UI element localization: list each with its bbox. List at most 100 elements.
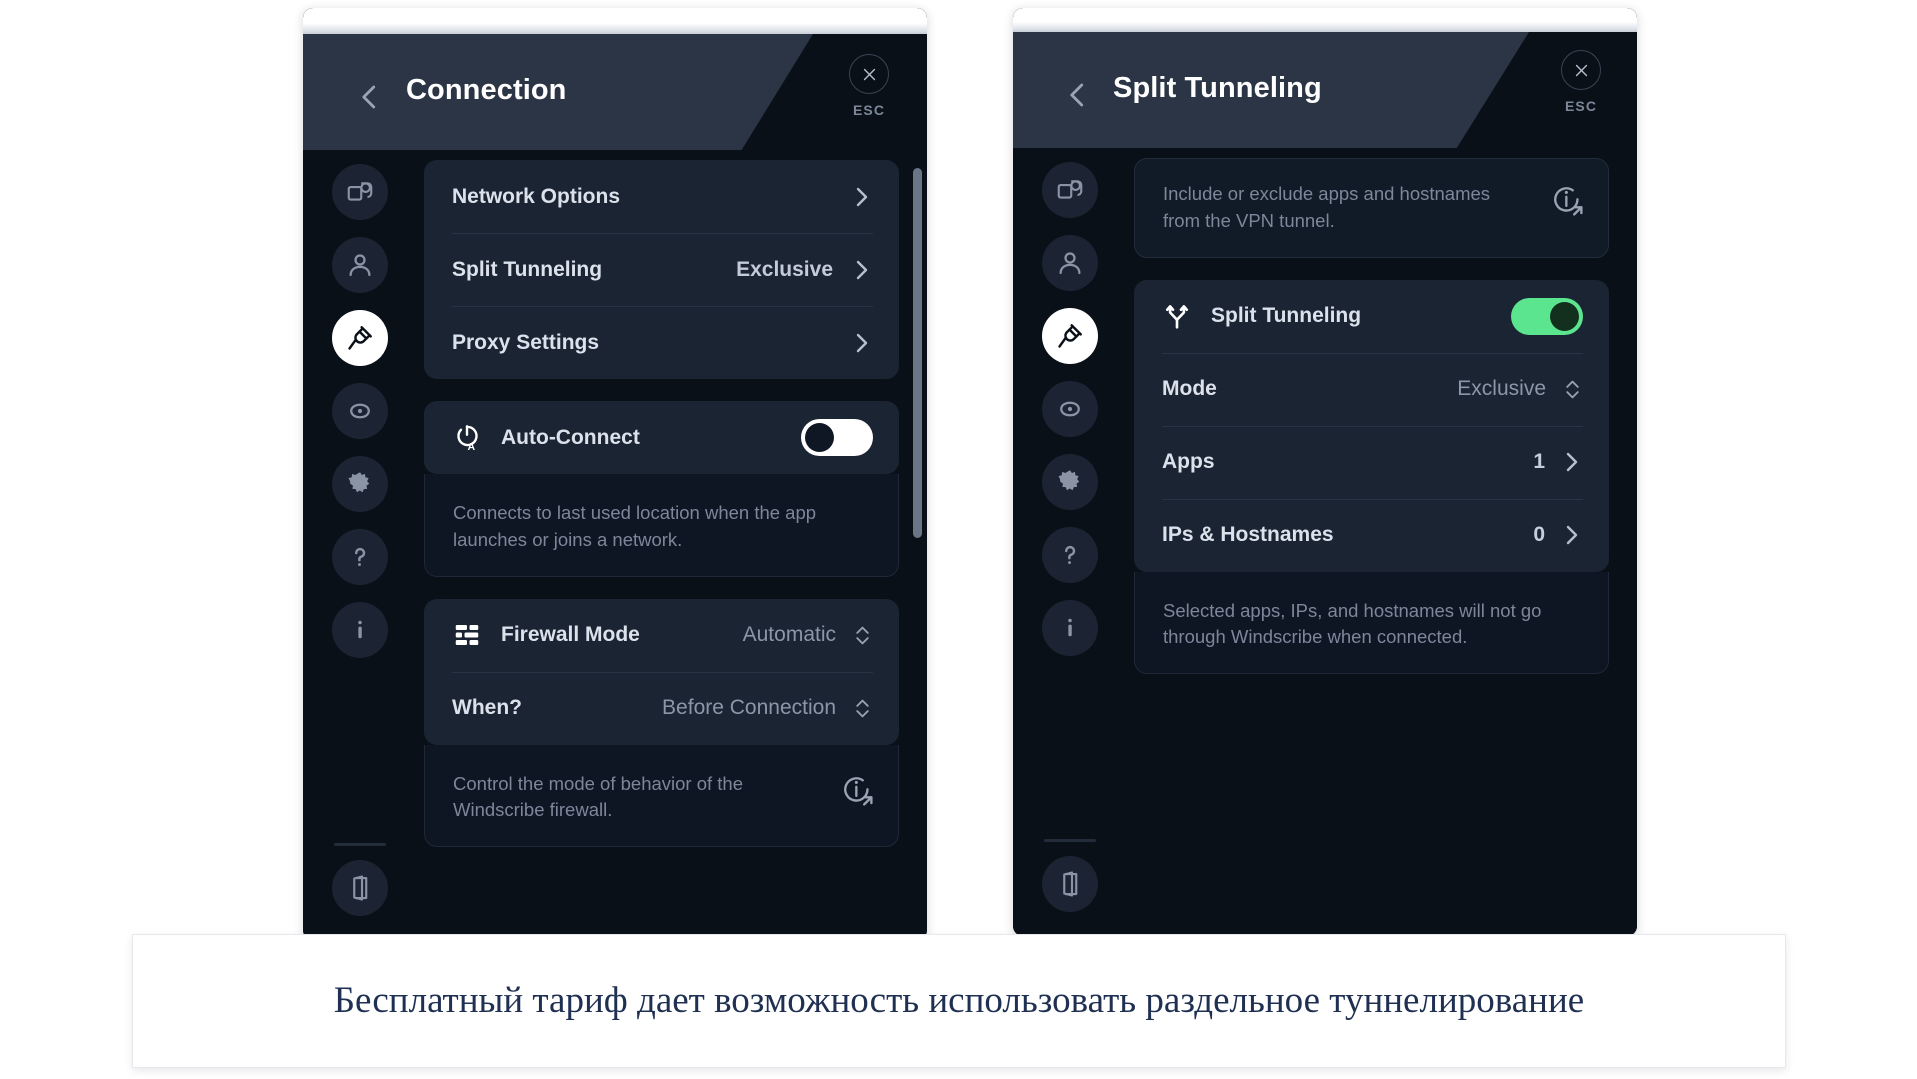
left-panel-body: Network Options Split Tunneling Exclusiv… <box>303 150 927 940</box>
vertical-scrollbar[interactable] <box>913 168 922 538</box>
esc-label: ESC <box>1564 98 1598 114</box>
close-icon[interactable] <box>1561 50 1601 90</box>
row-label: Network Options <box>452 184 621 208</box>
chevron-right-icon <box>849 331 873 355</box>
mode-label: Mode <box>1162 377 1217 401</box>
esc-close-button[interactable]: ESC <box>1561 50 1601 114</box>
auto-connect-toggle[interactable] <box>801 419 873 456</box>
power-auto-icon: A <box>452 423 482 453</box>
sidebar-item-account[interactable] <box>331 237 388 293</box>
firewall-when-label: When? <box>452 696 522 720</box>
window-top-sheet <box>1013 8 1637 32</box>
firewall-when-row[interactable]: When? Before Connection <box>424 671 899 745</box>
sidebar-item-preferences[interactable] <box>1041 454 1098 510</box>
connection-menu-card: Network Options Split Tunneling Exclusiv… <box>424 160 899 379</box>
auto-connect-description: Connects to last used location when the … <box>453 502 817 550</box>
right-sidebar-rail <box>1013 148 1126 936</box>
firewall-description: Control the mode of behavior of the Wind… <box>453 772 744 821</box>
right-panel-body: Include or exclude apps and hostnames fr… <box>1013 148 1637 936</box>
close-icon[interactable] <box>849 54 889 94</box>
auto-connect-row[interactable]: A Auto-Connect <box>424 401 899 474</box>
sidebar-item-robert[interactable] <box>331 383 388 439</box>
left-panel-content: Network Options Split Tunneling Exclusiv… <box>416 150 927 940</box>
sidebar-item-logout[interactable] <box>331 860 388 916</box>
esc-close-button[interactable]: ESC <box>849 54 889 118</box>
toggle-knob <box>805 423 834 452</box>
firewall-mode-row[interactable]: Firewall Mode Automatic <box>424 599 899 672</box>
chevron-right-icon <box>849 185 873 209</box>
left-panel-header: Connection ESC <box>303 34 927 150</box>
stepper-icon[interactable] <box>852 697 873 720</box>
intro-note-inner: Include or exclude apps and hostnames fr… <box>1135 159 1608 257</box>
apps-label: Apps <box>1162 450 1215 474</box>
caption-bar: Бесплатный тариф дает возможность исполь… <box>132 934 1786 1068</box>
sidebar-item-robert[interactable] <box>1041 381 1098 437</box>
apps-count: 1 <box>1533 450 1545 474</box>
menu-row-proxy-settings[interactable]: Proxy Settings <box>424 306 899 379</box>
sidebar-item-help[interactable] <box>331 529 388 585</box>
split-tunneling-toggle-row[interactable]: Split Tunneling <box>1134 280 1609 353</box>
firewall-bars-icon <box>452 620 482 650</box>
stepper-icon[interactable] <box>1562 378 1583 401</box>
split-tunneling-card: Split Tunneling Mode Exclusive Apps 1 IP… <box>1134 279 1609 572</box>
stepper-icon[interactable] <box>852 624 873 647</box>
auto-connect-card: A Auto-Connect <box>424 401 899 474</box>
connection-settings-window: Connection ESC Network Options Split Tun… <box>303 8 927 940</box>
page-title: Connection <box>406 74 567 106</box>
chevron-right-icon <box>849 258 873 282</box>
sidebar-item-general[interactable] <box>331 164 388 220</box>
mode-row[interactable]: Mode Exclusive <box>1134 352 1609 426</box>
menu-row-split-tunneling[interactable]: Split Tunneling Exclusive <box>424 233 899 306</box>
intro-note-text: Include or exclude apps and hostnames fr… <box>1163 183 1491 231</box>
chevron-right-icon <box>1559 450 1583 474</box>
split-tunneling-label: Split Tunneling <box>1211 304 1362 328</box>
sidebar-item-preferences[interactable] <box>331 456 388 512</box>
sidebar-item-connection[interactable] <box>1041 308 1098 364</box>
split-tunneling-toggle[interactable] <box>1511 297 1583 335</box>
auto-connect-description-card: Connects to last used location when the … <box>424 474 899 577</box>
rail-divider <box>333 843 386 846</box>
row-value: Exclusive <box>736 257 833 281</box>
row-label: Split Tunneling <box>452 257 603 281</box>
sidebar-item-connection[interactable] <box>331 310 388 366</box>
page-title: Split Tunneling <box>1113 72 1322 104</box>
back-button[interactable] <box>355 82 385 112</box>
sidebar-item-help[interactable] <box>1041 527 1098 583</box>
window-top-sheet <box>303 8 927 34</box>
firewall-mode-value: Automatic <box>742 623 836 647</box>
svg-text:A: A <box>468 440 476 452</box>
page-background: Connection ESC Network Options Split Tun… <box>0 0 1917 1079</box>
footer-note-text: Selected apps, IPs, and hostnames will n… <box>1163 599 1542 648</box>
sidebar-item-logout[interactable] <box>1041 856 1098 912</box>
intro-note-card: Include or exclude apps and hostnames fr… <box>1134 158 1609 258</box>
apps-row[interactable]: Apps 1 <box>1134 425 1609 499</box>
toggle-knob <box>1550 301 1579 331</box>
ips-hostnames-row[interactable]: IPs & Hostnames 0 <box>1134 498 1609 572</box>
info-external-icon[interactable] <box>840 773 874 807</box>
split-fork-icon <box>1162 301 1192 331</box>
rail-divider <box>1043 839 1096 842</box>
chevron-right-icon <box>1559 523 1583 547</box>
firewall-when-value: Before Connection <box>662 696 836 720</box>
esc-label: ESC <box>852 102 886 118</box>
sidebar-item-general[interactable] <box>1041 162 1098 218</box>
row-label: Proxy Settings <box>452 330 600 354</box>
mode-value: Exclusive <box>1457 377 1546 401</box>
back-button[interactable] <box>1063 80 1093 110</box>
caption-text: Бесплатный тариф дает возможность исполь… <box>333 979 1585 1021</box>
firewall-mode-label: Firewall Mode <box>501 623 640 647</box>
sidebar-item-about[interactable] <box>331 602 388 658</box>
split-tunneling-footer-note: Selected apps, IPs, and hostnames will n… <box>1134 571 1609 675</box>
right-panel-content: Include or exclude apps and hostnames fr… <box>1126 148 1637 936</box>
firewall-description-card: Control the mode of behavior of the Wind… <box>424 744 899 848</box>
ips-hostnames-label: IPs & Hostnames <box>1162 523 1334 547</box>
sidebar-item-account[interactable] <box>1041 235 1098 291</box>
sidebar-item-about[interactable] <box>1041 600 1098 656</box>
right-panel-header: Split Tunneling ESC <box>1013 32 1637 148</box>
left-sidebar-rail <box>303 150 416 940</box>
menu-row-network-options[interactable]: Network Options <box>424 160 899 233</box>
info-external-icon[interactable] <box>1550 183 1584 217</box>
split-tunneling-window: Split Tunneling ESC Include or exclude a… <box>1013 8 1637 936</box>
auto-connect-label: Auto-Connect <box>501 425 640 449</box>
firewall-mode-card: Firewall Mode Automatic When? Before Con… <box>424 598 899 745</box>
